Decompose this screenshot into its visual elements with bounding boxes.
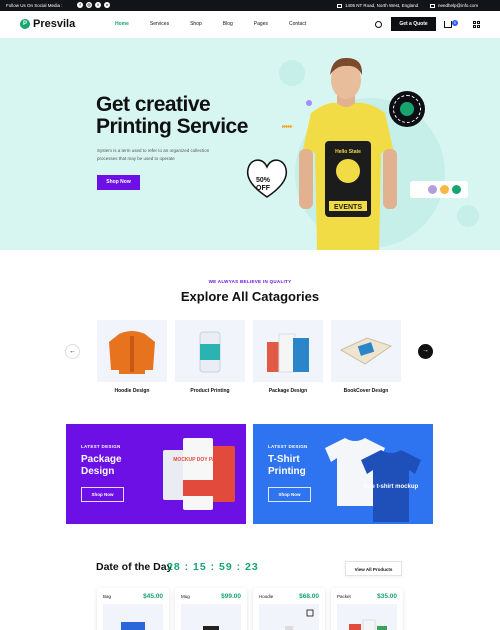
categories-title: Explore All Catagories [180, 289, 320, 304]
category-card-hoodie[interactable] [97, 320, 167, 382]
categories-kicker: WE ALWYAS BELIEVE IN QUALITY [208, 279, 292, 284]
promo-banner-tshirt: LATEST DESIGN T-Shirt Printing Shop Now … [253, 424, 433, 524]
deal-title: Date of the Day [96, 561, 173, 573]
countdown-timer: 28 : 15 : 59 : 23 [167, 561, 259, 573]
swatch-yellow[interactable] [440, 185, 449, 194]
email[interactable]: needhelp@info.com [430, 3, 478, 8]
product-image [259, 604, 319, 630]
product-card-hoodie[interactable]: Hoodie $68.00 [253, 588, 325, 630]
quality-badge [389, 91, 425, 127]
logo[interactable]: P Presvila [20, 18, 75, 30]
promo-kicker: LATEST DESIGN [268, 444, 308, 449]
vimeo-icon[interactable]: v [104, 2, 110, 8]
product-card-packet[interactable]: Packet $35.00 [331, 588, 403, 630]
nav-shop[interactable]: Shop [190, 21, 202, 27]
nav-contact[interactable]: Contact [289, 21, 306, 27]
hero-title-line1: Get creative [96, 93, 211, 116]
shirt-print-top-text: Hello State [335, 149, 361, 155]
tshirt-mockup-image: free t-shirt mockup [325, 438, 421, 522]
discount-percent: 50% [256, 177, 271, 184]
promo-shop-now-button[interactable]: Shop Now [81, 487, 124, 502]
category-label-package[interactable]: Package Design [253, 388, 323, 394]
product-image [181, 604, 241, 630]
doypack-text: MOCKUP DOY PACK [173, 457, 223, 463]
product-card-mug[interactable]: Mug $99.00 [175, 588, 247, 630]
product-image [103, 604, 163, 630]
location-icon [337, 3, 342, 8]
twitter-icon[interactable]: t [95, 2, 101, 8]
product-price: $99.00 [221, 593, 241, 600]
product-name: Packet [337, 594, 351, 599]
tshirt-mockup-text: free t-shirt mockup [364, 484, 419, 490]
badge-check-icon [400, 102, 414, 116]
main-nav: Home Services Shop Blog Pages Contact [115, 21, 327, 27]
hero-title-line2: Printing Service [96, 115, 248, 138]
can-image [199, 331, 221, 373]
menu-grid-icon[interactable] [473, 21, 480, 28]
nav-pages[interactable]: Pages [254, 21, 268, 27]
category-card-bookcover[interactable] [331, 320, 401, 382]
product-price: $68.00 [299, 593, 319, 600]
category-card-package[interactable] [253, 320, 323, 382]
carousel-next-button[interactable]: → [418, 344, 433, 359]
cart-count-badge: 0 [452, 20, 458, 26]
search-icon[interactable] [375, 21, 382, 28]
category-label-bookcover[interactable]: BookCover Design [331, 388, 401, 394]
product-name: Bag [103, 594, 112, 599]
social-links: f ◎ t v [77, 2, 110, 8]
shirt-print-text: EVENTS [334, 204, 362, 211]
cart-icon[interactable] [444, 21, 452, 28]
instagram-icon[interactable]: ◎ [86, 2, 92, 8]
brochure-image [339, 337, 393, 365]
follow-text: Follow Us On Social Media : [6, 3, 63, 8]
facebook-icon[interactable]: f [77, 2, 83, 8]
doypack-image: MOCKUP DOY PACK [163, 438, 235, 510]
arrows-decor: ▸▸▸▸▸ [282, 124, 293, 130]
model-image: EVENTS Hello State [299, 57, 397, 250]
promo-kicker: LATEST DESIGN [81, 444, 121, 449]
get-quote-button[interactable]: Get a Quote [391, 17, 436, 31]
nav-blog[interactable]: Blog [223, 21, 233, 27]
product-name: Hoodie [259, 594, 274, 599]
product-name: Mug [181, 594, 190, 599]
address-text: 1405 NT Road, North West, England [345, 3, 419, 8]
view-all-products-button[interactable]: View All Products [345, 561, 402, 576]
promo-banner-package: LATEST DESIGN Package Design Shop Now MO… [66, 424, 246, 524]
logo-text: Presvila [33, 18, 76, 30]
hero-shop-now-button[interactable]: Shop Now [97, 175, 140, 190]
top-bar: Follow Us On Social Media : f ◎ t v 1405… [0, 0, 500, 11]
logo-icon: P [20, 19, 30, 29]
hero-section: Get creative Printing Service System is … [0, 38, 500, 250]
category-label-product[interactable]: Product Printing [175, 388, 245, 394]
hero-description: System is a term used to refer to an org… [97, 148, 210, 161]
main-header: P Presvila Home Services Shop Blog Pages… [0, 11, 500, 38]
email-text[interactable]: needhelp@info.com [438, 3, 478, 8]
product-price: $45.00 [143, 593, 163, 600]
address: 1405 NT Road, North West, England [337, 3, 418, 8]
mail-icon [430, 3, 435, 8]
product-image [337, 604, 397, 630]
discount-off: OFF [256, 185, 270, 192]
hoodie-image [109, 331, 155, 374]
package-image [267, 333, 309, 373]
discount-label: 50% OFF [256, 177, 270, 193]
product-card-bag[interactable]: Bag $45.00 [97, 588, 169, 630]
swatch-green[interactable] [452, 185, 461, 194]
carousel-prev-button[interactable]: ← [65, 344, 80, 359]
swatch-purple[interactable] [428, 185, 437, 194]
product-price: $35.00 [377, 593, 397, 600]
nav-services[interactable]: Services [150, 21, 169, 27]
category-label-hoodie[interactable]: Hoodie Design [97, 388, 167, 394]
category-card-product[interactable] [175, 320, 245, 382]
decor-circle [457, 205, 479, 227]
hero-title: Get creative Printing Service [96, 94, 266, 138]
promo-title: Package Design [81, 454, 122, 477]
promo-shop-now-button[interactable]: Shop Now [268, 487, 311, 502]
nav-home[interactable]: Home [115, 21, 129, 27]
color-swatches [410, 181, 468, 198]
